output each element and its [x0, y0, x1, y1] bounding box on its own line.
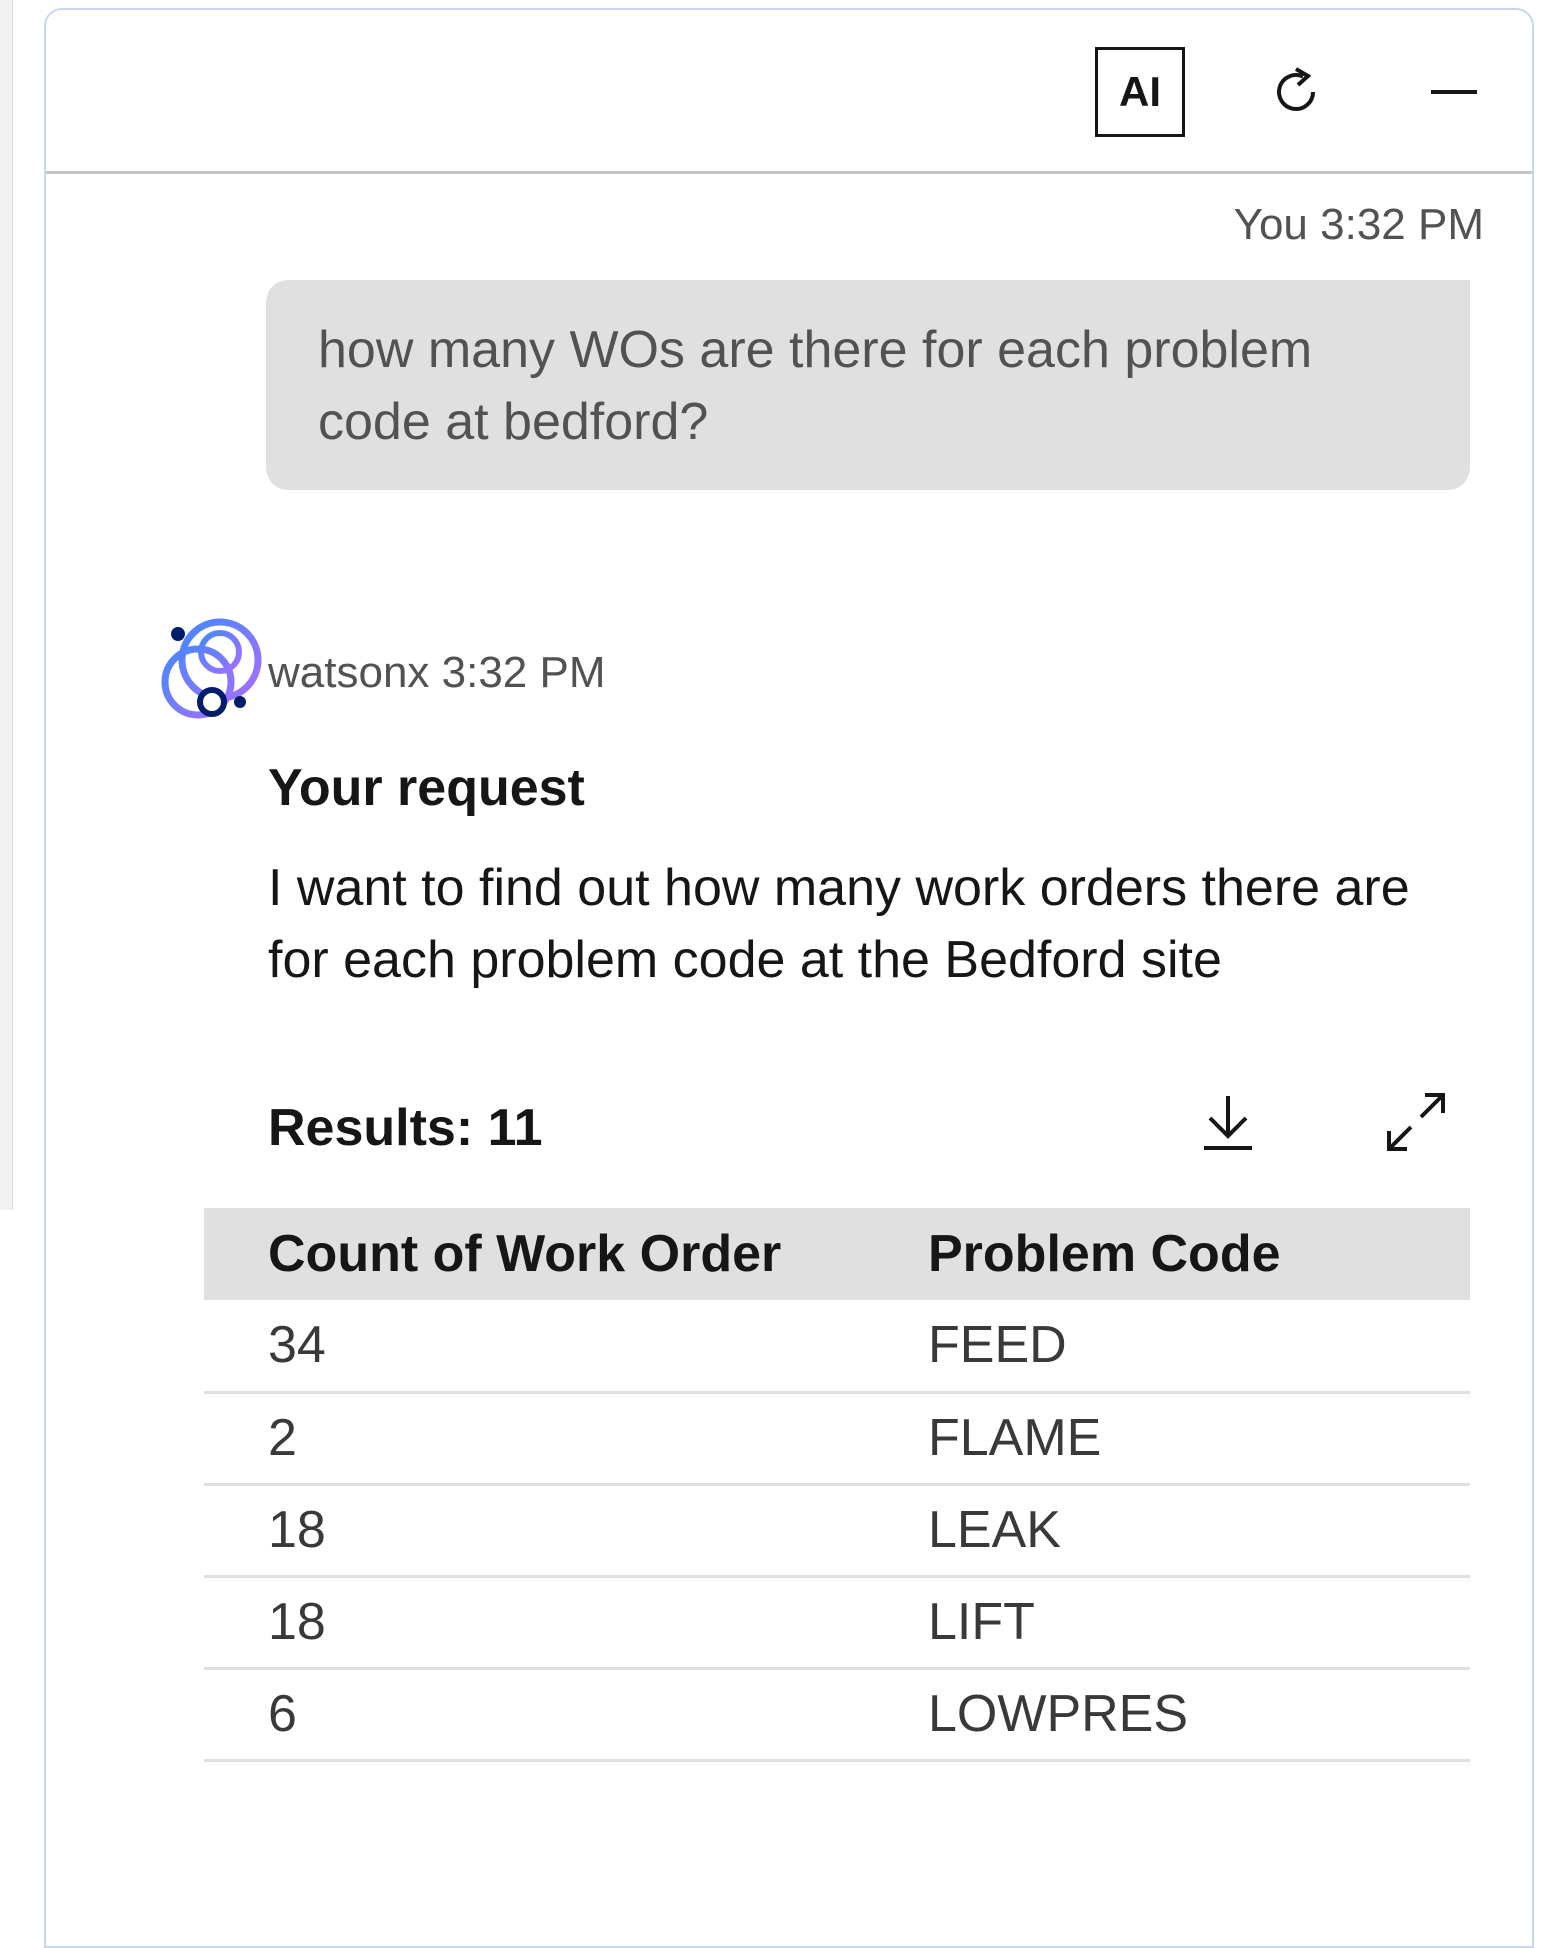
table-row: 34 FEED — [204, 1300, 1470, 1394]
cell-problem-code: FEED — [928, 1300, 1470, 1394]
chat-header: AI — [46, 10, 1532, 174]
request-text: I want to find out how many work orders … — [268, 859, 1410, 989]
expand-button[interactable] — [1376, 1082, 1456, 1162]
cell-problem-code: FLAME — [928, 1392, 1470, 1486]
refresh-icon — [1277, 67, 1315, 111]
results-table: Count of Work Order Problem Code 34 FEED… — [204, 1208, 1470, 1762]
results-count: Results: 11 — [268, 1099, 543, 1157]
table-row: 18 LEAK — [204, 1484, 1470, 1578]
cell-problem-code: LOWPRES — [928, 1668, 1470, 1762]
download-button[interactable] — [1188, 1082, 1268, 1162]
table-row: 18 LIFT — [204, 1576, 1470, 1670]
refresh-button[interactable] — [1248, 44, 1344, 140]
user-message-bubble: how many WOs are there for each problem … — [266, 280, 1470, 490]
bot-message-meta: watsonx 3:32 PM — [268, 648, 606, 697]
table-header-row: Count of Work Order Problem Code — [204, 1208, 1470, 1300]
minimize-button[interactable] — [1406, 44, 1502, 140]
column-header-count[interactable]: Count of Work Order — [204, 1208, 928, 1300]
cell-count: 18 — [204, 1484, 928, 1578]
cell-count: 2 — [204, 1392, 928, 1486]
cell-count: 18 — [204, 1576, 928, 1670]
expand-icon — [1387, 1093, 1445, 1151]
cell-count: 6 — [204, 1668, 928, 1762]
table-row: 2 FLAME — [204, 1392, 1470, 1486]
cell-problem-code: LIFT — [928, 1576, 1470, 1670]
ai-label: AI — [1095, 47, 1185, 137]
request-title: Your request — [268, 759, 585, 817]
background-page-edge — [0, 0, 13, 1210]
chat-panel: AI You 3:32 PM how many WOs are there fo… — [44, 8, 1534, 1948]
column-header-problem-code[interactable]: Problem Code — [928, 1208, 1470, 1300]
cell-count: 34 — [204, 1300, 928, 1394]
watsonx-avatar-icon — [161, 618, 262, 719]
cell-problem-code: LEAK — [928, 1484, 1470, 1578]
ai-button[interactable]: AI — [1092, 44, 1188, 140]
download-icon — [1204, 1096, 1252, 1150]
table-row: 6 LOWPRES — [204, 1668, 1470, 1762]
user-message-meta: You 3:32 PM — [1233, 200, 1484, 249]
minimize-icon — [1431, 90, 1477, 94]
